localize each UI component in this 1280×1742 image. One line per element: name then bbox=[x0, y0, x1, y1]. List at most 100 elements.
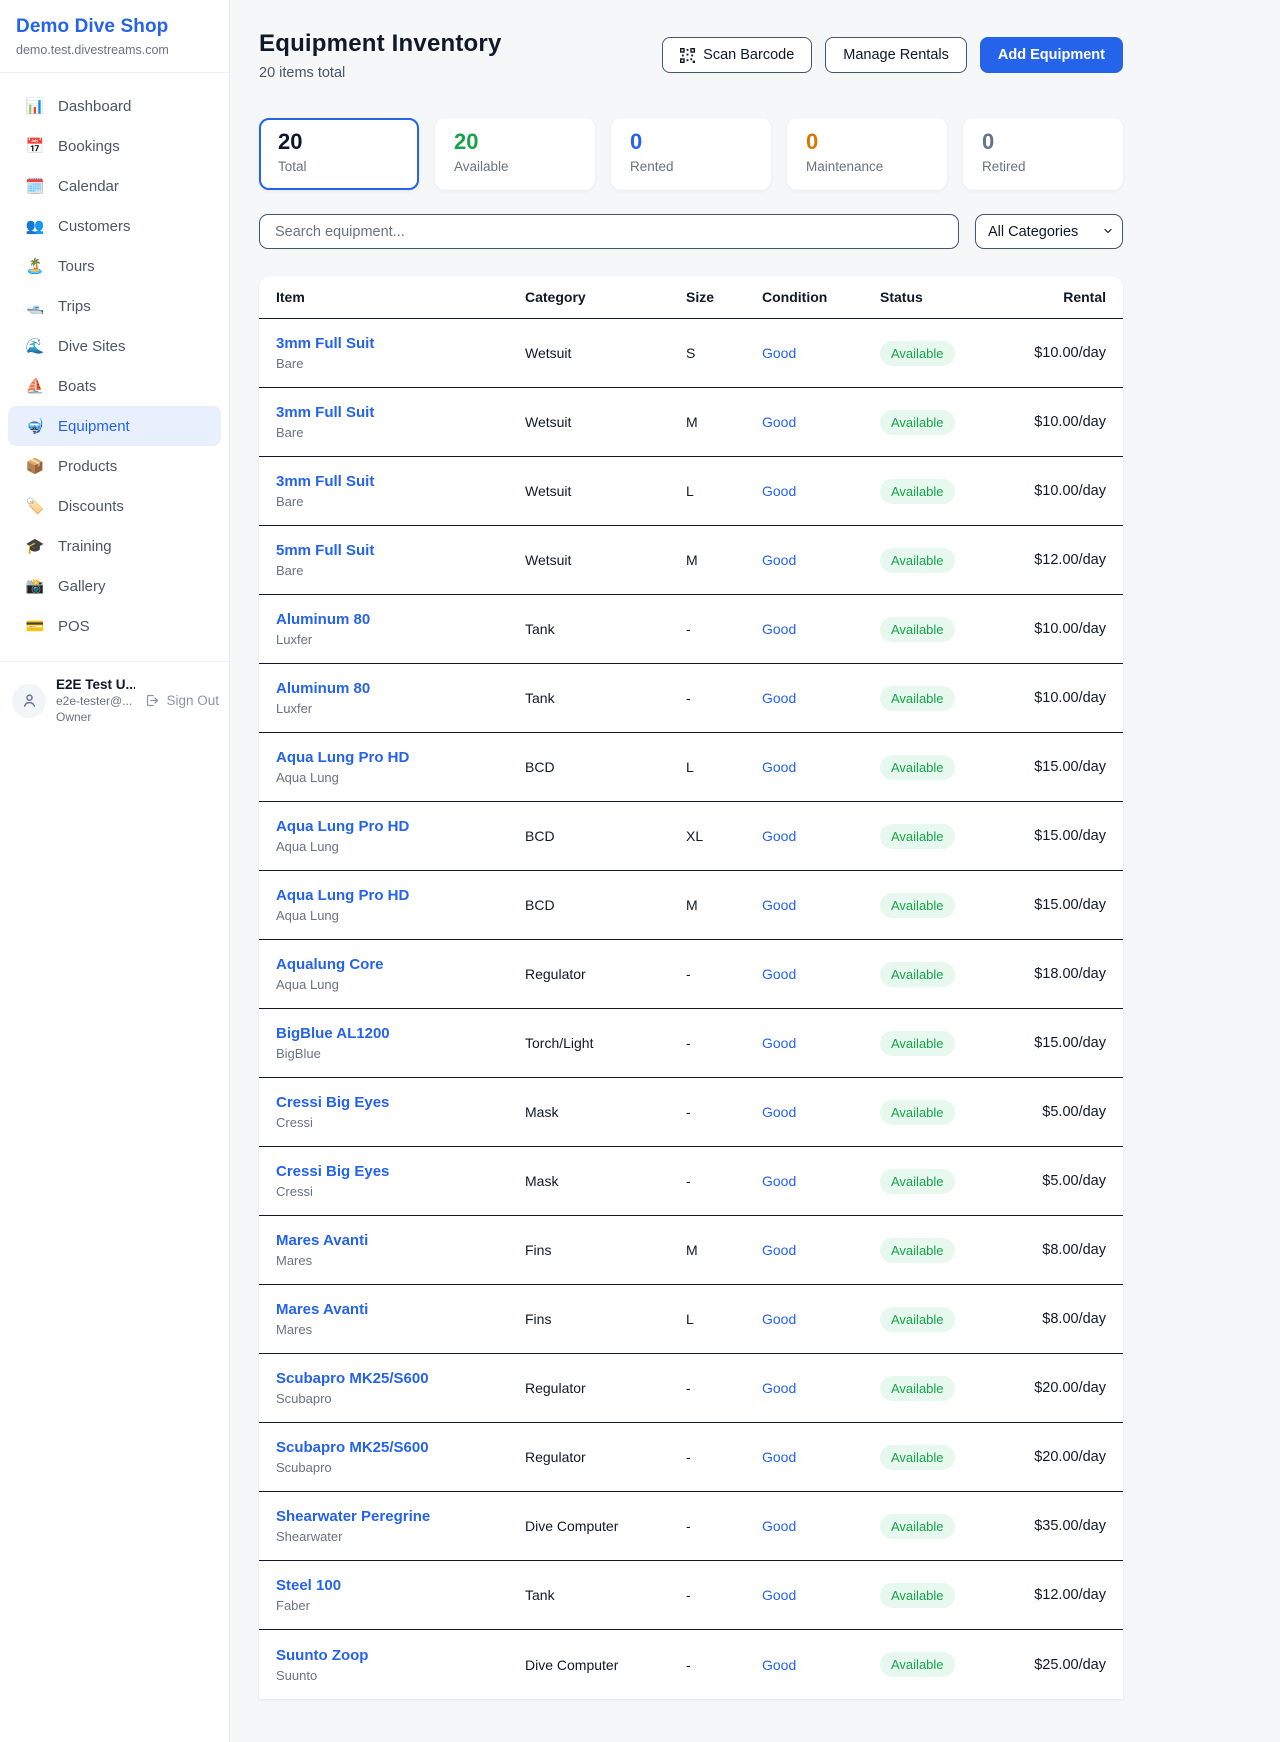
item-name-link[interactable]: Cressi Big Eyes bbox=[276, 1163, 525, 1180]
condition-link[interactable]: Good bbox=[762, 1311, 880, 1327]
item-category: Tank bbox=[525, 690, 686, 706]
condition-link[interactable]: Good bbox=[762, 345, 880, 361]
item-name-link[interactable]: 5mm Full Suit bbox=[276, 542, 525, 559]
item-name-link[interactable]: Suunto Zoop bbox=[276, 1647, 525, 1664]
stat-card-maintenance[interactable]: 0Maintenance bbox=[787, 118, 947, 190]
add-equipment-button[interactable]: Add Equipment bbox=[980, 37, 1123, 73]
sidebar-item-tours[interactable]: 🏝️Tours bbox=[8, 246, 221, 286]
table-row[interactable]: Aqua Lung Pro HDAqua LungBCDMGoodAvailab… bbox=[259, 871, 1123, 940]
rental-price: $8.00/day bbox=[1030, 1311, 1106, 1327]
item-name-link[interactable]: Shearwater Peregrine bbox=[276, 1508, 525, 1525]
condition-link[interactable]: Good bbox=[762, 414, 880, 430]
table-row[interactable]: 5mm Full SuitBareWetsuitMGoodAvailable$1… bbox=[259, 526, 1123, 595]
table-row[interactable]: Aluminum 80LuxferTank-GoodAvailable$10.0… bbox=[259, 664, 1123, 733]
sidebar-item-calendar[interactable]: 🗓️Calendar bbox=[8, 166, 221, 206]
table-row[interactable]: Aqua Lung Pro HDAqua LungBCDXLGoodAvaila… bbox=[259, 802, 1123, 871]
condition-link[interactable]: Good bbox=[762, 1242, 880, 1258]
item-size: L bbox=[686, 1311, 762, 1327]
condition-link[interactable]: Good bbox=[762, 897, 880, 913]
sidebar-item-training[interactable]: 🎓Training bbox=[8, 526, 221, 566]
condition-link[interactable]: Good bbox=[762, 1449, 880, 1465]
rental-price: $5.00/day bbox=[1030, 1104, 1106, 1120]
sidebar-item-bookings[interactable]: 📅Bookings bbox=[8, 126, 221, 166]
rental-price: $18.00/day bbox=[1030, 966, 1106, 982]
table-row[interactable]: Cressi Big EyesCressiMask-GoodAvailable$… bbox=[259, 1147, 1123, 1216]
rental-price: $20.00/day bbox=[1030, 1449, 1106, 1465]
sidebar-item-products[interactable]: 📦Products bbox=[8, 446, 221, 486]
search-input[interactable] bbox=[259, 214, 959, 249]
item-name-link[interactable]: Steel 100 bbox=[276, 1577, 525, 1594]
condition-link[interactable]: Good bbox=[762, 1035, 880, 1051]
brand-title[interactable]: Demo Dive Shop bbox=[16, 16, 213, 38]
sidebar-item-pos[interactable]: 💳POS bbox=[8, 606, 221, 646]
condition-link[interactable]: Good bbox=[762, 966, 880, 982]
item-name-link[interactable]: Aluminum 80 bbox=[276, 680, 525, 697]
item-name-link[interactable]: 3mm Full Suit bbox=[276, 473, 525, 490]
stat-card-total[interactable]: 20Total bbox=[259, 118, 419, 190]
item-name-link[interactable]: Cressi Big Eyes bbox=[276, 1094, 525, 1111]
condition-link[interactable]: Good bbox=[762, 1173, 880, 1189]
table-row[interactable]: Aqua Lung Pro HDAqua LungBCDLGoodAvailab… bbox=[259, 733, 1123, 802]
condition-link[interactable]: Good bbox=[762, 552, 880, 568]
sidebar-item-dashboard[interactable]: 📊Dashboard bbox=[8, 86, 221, 126]
table-row[interactable]: Cressi Big EyesCressiMask-GoodAvailable$… bbox=[259, 1078, 1123, 1147]
stat-label: Retired bbox=[982, 159, 1104, 174]
condition-link[interactable]: Good bbox=[762, 1104, 880, 1120]
sign-out-button[interactable]: Sign Out bbox=[145, 693, 219, 708]
table-row[interactable]: Mares AvantiMaresFinsMGoodAvailable$8.00… bbox=[259, 1216, 1123, 1285]
item-name-link[interactable]: Aluminum 80 bbox=[276, 611, 525, 628]
sidebar-item-trips[interactable]: 🛥️Trips bbox=[8, 286, 221, 326]
item-name-link[interactable]: Mares Avanti bbox=[276, 1232, 525, 1249]
table-row[interactable]: Suunto ZoopSuuntoDive Computer-GoodAvail… bbox=[259, 1630, 1123, 1699]
table-row[interactable]: BigBlue AL1200BigBlueTorch/Light-GoodAva… bbox=[259, 1009, 1123, 1078]
filter-bar: All Categories bbox=[259, 214, 1123, 249]
item-category: Regulator bbox=[525, 1380, 686, 1396]
stat-value: 20 bbox=[278, 130, 400, 154]
table-row[interactable]: Aluminum 80LuxferTank-GoodAvailable$10.0… bbox=[259, 595, 1123, 664]
status-badge: Available bbox=[880, 1100, 955, 1125]
item-name-link[interactable]: 3mm Full Suit bbox=[276, 335, 525, 352]
sidebar-item-boats[interactable]: ⛵Boats bbox=[8, 366, 221, 406]
condition-link[interactable]: Good bbox=[762, 1587, 880, 1603]
item-name-link[interactable]: Mares Avanti bbox=[276, 1301, 525, 1318]
table-row[interactable]: Shearwater PeregrineShearwaterDive Compu… bbox=[259, 1492, 1123, 1561]
scan-barcode-button[interactable]: Scan Barcode bbox=[662, 37, 812, 73]
table-row[interactable]: 3mm Full SuitBareWetsuitLGoodAvailable$1… bbox=[259, 457, 1123, 526]
condition-link[interactable]: Good bbox=[762, 1657, 880, 1673]
condition-link[interactable]: Good bbox=[762, 621, 880, 637]
manage-rentals-button[interactable]: Manage Rentals bbox=[825, 37, 967, 73]
table-row[interactable]: Mares AvantiMaresFinsLGoodAvailable$8.00… bbox=[259, 1285, 1123, 1354]
sidebar-item-gallery[interactable]: 📸Gallery bbox=[8, 566, 221, 606]
item-name-link[interactable]: 3mm Full Suit bbox=[276, 404, 525, 421]
condition-link[interactable]: Good bbox=[762, 690, 880, 706]
item-name-link[interactable]: Aqualung Core bbox=[276, 956, 525, 973]
item-name-link[interactable]: Aqua Lung Pro HD bbox=[276, 818, 525, 835]
condition-link[interactable]: Good bbox=[762, 1518, 880, 1534]
wave-icon: 🌊 bbox=[25, 339, 45, 354]
stat-card-rented[interactable]: 0Rented bbox=[611, 118, 771, 190]
table-row[interactable]: Scubapro MK25/S600ScubaproRegulator-Good… bbox=[259, 1354, 1123, 1423]
category-select[interactable]: All Categories bbox=[975, 214, 1123, 249]
status-badge: Available bbox=[880, 1514, 955, 1539]
condition-link[interactable]: Good bbox=[762, 1380, 880, 1396]
sidebar-item-customers[interactable]: 👥Customers bbox=[8, 206, 221, 246]
stat-card-available[interactable]: 20Available bbox=[435, 118, 595, 190]
item-name-link[interactable]: Aqua Lung Pro HD bbox=[276, 887, 525, 904]
sidebar-item-discounts[interactable]: 🏷️Discounts bbox=[8, 486, 221, 526]
item-name-link[interactable]: Aqua Lung Pro HD bbox=[276, 749, 525, 766]
stat-card-retired[interactable]: 0 Retired bbox=[963, 118, 1123, 190]
table-row[interactable]: Scubapro MK25/S600ScubaproRegulator-Good… bbox=[259, 1423, 1123, 1492]
table-row[interactable]: Steel 100FaberTank-GoodAvailable$12.00/d… bbox=[259, 1561, 1123, 1630]
table-row[interactable]: 3mm Full SuitBareWetsuitMGoodAvailable$1… bbox=[259, 388, 1123, 457]
condition-link[interactable]: Good bbox=[762, 759, 880, 775]
table-row[interactable]: Aqualung CoreAqua LungRegulator-GoodAvai… bbox=[259, 940, 1123, 1009]
sidebar-item-equipment[interactable]: 🤿Equipment bbox=[8, 406, 221, 446]
sidebar-item-dive-sites[interactable]: 🌊Dive Sites bbox=[8, 326, 221, 366]
item-name-link[interactable]: BigBlue AL1200 bbox=[276, 1025, 525, 1042]
table-row[interactable]: 3mm Full SuitBareWetsuitSGoodAvailable$1… bbox=[259, 319, 1123, 388]
item-name-link[interactable]: Scubapro MK25/S600 bbox=[276, 1370, 525, 1387]
item-name-link[interactable]: Scubapro MK25/S600 bbox=[276, 1439, 525, 1456]
condition-link[interactable]: Good bbox=[762, 828, 880, 844]
condition-link[interactable]: Good bbox=[762, 483, 880, 499]
stat-value: 0 bbox=[982, 130, 1104, 154]
